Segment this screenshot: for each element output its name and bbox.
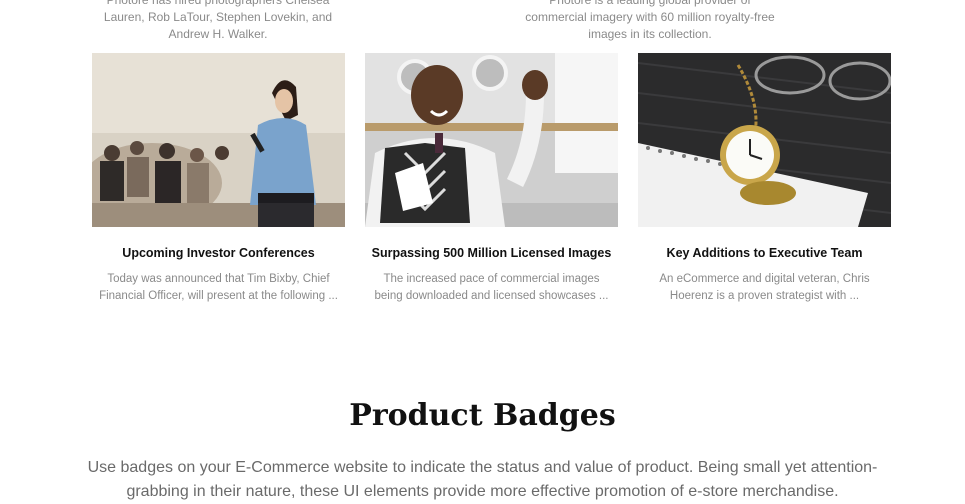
news-excerpt: An eCommerce and digital veteran, Chris …: [659, 273, 870, 302]
news-image-conference[interactable]: [92, 53, 345, 227]
news-title[interactable]: Surpassing 500 Million Licensed Images: [365, 246, 618, 260]
news-excerpt: The increased pace of commercial images …: [374, 273, 609, 302]
section-title-product-badges: Product Badges: [349, 398, 616, 433]
news-title[interactable]: Upcoming Investor Conferences: [92, 246, 345, 260]
news-title[interactable]: Key Additions to Executive Team: [638, 246, 891, 260]
news-image-celebrating-man[interactable]: [365, 53, 618, 227]
news-excerpt-partial-right: Photore is a leading global provider of …: [525, 0, 775, 41]
news-excerpt: Today was announced that Tim Bixby, Chie…: [99, 273, 338, 302]
section-description: Use badges on your E-Commerce website to…: [87, 459, 878, 500]
news-excerpt-partial-left: Photore has hired photographers Chelsea …: [103, 0, 333, 41]
news-image-pocket-watch[interactable]: [638, 53, 891, 227]
news-card-licensed-images: Surpassing 500 Million Licensed Images T…: [365, 53, 618, 305]
news-card-executive-team: Key Additions to Executive Team An eComm…: [638, 53, 891, 305]
news-card-investor-conferences: Upcoming Investor Conferences Today was …: [92, 53, 345, 305]
